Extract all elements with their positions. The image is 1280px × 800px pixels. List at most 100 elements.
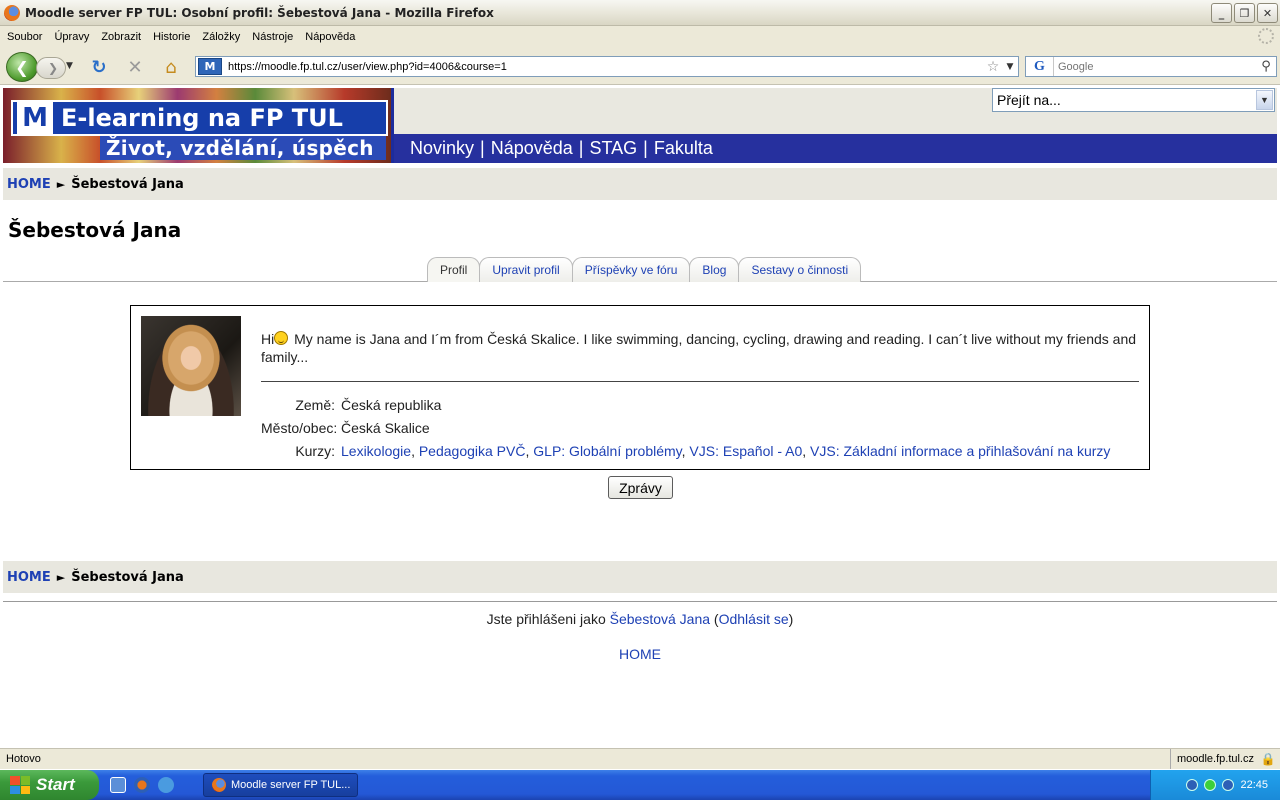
tab-profil[interactable]: Profil [427,257,481,282]
logout-link[interactable]: Odhlásit se [719,611,789,627]
smiley-icon [274,331,289,345]
banner-title: E-learning na FP TUL [61,104,343,132]
avatar [141,316,241,416]
back-button[interactable]: ❮ [6,52,38,82]
site-favicon: M [198,58,222,75]
course-link[interactable]: Lexikologie [341,443,411,459]
clock: 22:45 [1240,779,1268,791]
start-button[interactable]: Start [0,770,99,800]
breadcrumb-arrow-icon: ► [56,177,66,191]
menu-edit[interactable]: Úpravy [50,31,97,43]
tab-blog[interactable]: Blog [689,257,740,282]
course-link[interactable]: Pedagogika PVČ [419,443,526,459]
tray-arrow-icon[interactable] [1186,779,1199,791]
site-nav: Novinky | Nápověda | STAG | Fakulta [394,134,1277,163]
address-bar[interactable]: M https://moodle.fp.tul.cz/user/view.php… [195,56,1019,77]
tab-prispevky[interactable]: Příspěvky ve fóru [571,257,691,282]
footer-home-link[interactable]: HOME [619,646,661,662]
nav-link-fakulta[interactable]: Fakulta [654,138,713,159]
taskbar: Start Moodle server FP TUL... CS 22:45 [0,770,1280,800]
lock-icon[interactable]: 🔒 [1260,752,1276,766]
url-dropdown-icon[interactable]: ▼ [1002,62,1018,72]
footer-divider [3,601,1277,602]
status-text: Hotovo [6,753,41,765]
taskbar-item-firefox[interactable]: Moodle server FP TUL... [203,773,358,797]
nav-separator: | [643,138,648,158]
nav-link-napoveda[interactable]: Nápověda [491,138,573,159]
paren-close: ) [788,611,794,627]
breadcrumb: HOME ► Šebestová Jana [3,168,1277,200]
profile-fields: Země: Česká republika Město/obec: Česká … [261,393,1110,462]
windows-logo-icon [10,776,30,794]
start-label: Start [36,775,75,794]
field-row-country: Země: Česká republika [261,393,1110,416]
menu-tools[interactable]: Nástroje [248,31,301,43]
reload-icon[interactable]: ↻ [88,56,110,78]
firefox-icon [4,4,20,21]
description-greeting: Hi [261,331,275,347]
header-right: Přejít na... ▼ Novinky | Nápověda | STAG… [391,88,1277,163]
jump-to-select[interactable]: Přejít na... ▼ [992,88,1275,112]
nav-link-stag[interactable]: STAG [589,138,637,159]
course-link[interactable]: VJS: Základní informace a přihlašování n… [810,443,1110,459]
history-dropdown-icon[interactable]: ▼ [66,61,73,71]
tab-upravit-profil[interactable]: Upravit profil [479,257,573,282]
page-content: M E-learning na FP TUL Život, vzdělání, … [0,86,1280,748]
breadcrumb-bottom: HOME ► Šebestová Jana [3,561,1277,593]
throbber-icon [1258,28,1274,44]
search-bar: G ⚲ [1025,56,1277,77]
search-input[interactable] [1054,58,1256,75]
field-label: Kurzy: [295,442,335,459]
status-host: moodle.fp.tul.cz [1169,749,1260,769]
tab-sestavy[interactable]: Sestavy o činnosti [738,257,862,282]
profile-tabs: Profil Upravit profil Příspěvky ve fóru … [3,257,1277,282]
nav-link-novinky[interactable]: Novinky [410,138,474,159]
page-title: Šebestová Jana [8,218,182,242]
banner-title-box: M E-learning na FP TUL [11,100,388,136]
profile-box: Hi My name is Jana and I´m from Česká Sk… [130,305,1150,470]
nav-separator: | [578,138,584,158]
minimize-button[interactable]: _ [1211,3,1232,23]
nav-separator: | [480,138,485,158]
menu-file[interactable]: Soubor [3,31,50,43]
quicklaunch-firefox-icon[interactable] [134,777,150,793]
search-go-icon[interactable]: ⚲ [1256,59,1276,74]
security-icon[interactable] [1222,779,1235,791]
course-link[interactable]: VJS: Español - A0 [689,443,802,459]
search-engine-icon[interactable]: G [1026,57,1054,76]
course-link[interactable]: GLP: Globální problémy [533,443,681,459]
menu-view[interactable]: Zobrazit [97,31,149,43]
window-controls: _ ❐ ✕ [1211,3,1278,23]
home-icon[interactable]: ⌂ [160,56,182,78]
stop-icon[interactable]: ✕ [124,56,146,78]
firefox-icon [212,778,226,792]
course-list: Lexikologie, Pedagogika PVČ, GLP: Globál… [341,442,1111,459]
menu-help[interactable]: Nápověda [301,31,363,43]
breadcrumb-home[interactable]: HOME [7,177,51,192]
breadcrumb-current: Šebestová Jana [71,569,184,585]
close-button[interactable]: ✕ [1257,3,1278,23]
chevron-down-icon[interactable]: ▼ [1256,90,1273,110]
profile-description: Hi My name is Jana and I´m from Česká Sk… [261,330,1141,366]
messages-button[interactable]: Zprávy [608,476,673,499]
window-title: Moodle server FP TUL: Osobní profil: Šeb… [25,5,494,20]
moodle-logo: M [17,102,53,134]
breadcrumb-home[interactable]: HOME [7,570,51,585]
network-icon[interactable] [1204,779,1217,791]
taskbar-item-label: Moodle server FP TUL... [231,779,351,791]
quicklaunch-ie-icon[interactable] [158,777,174,793]
site-banner[interactable]: M E-learning na FP TUL Život, vzdělání, … [3,88,391,163]
maximize-button[interactable]: ❐ [1234,3,1255,23]
divider [261,381,1139,382]
status-bar: Hotovo moodle.fp.tul.cz 🔒 [0,748,1280,769]
user-profile-link[interactable]: Šebestová Jana [610,611,710,627]
forward-button[interactable]: ❯ [36,57,66,79]
status-host-text: moodle.fp.tul.cz [1176,753,1254,765]
bookmark-star-icon[interactable]: ☆ [984,59,1002,75]
field-label: Město/obec: [261,419,338,436]
menu-bookmarks[interactable]: Záložky [198,31,248,43]
quicklaunch-desktop-icon[interactable] [110,777,126,793]
menu-history[interactable]: Historie [149,31,198,43]
field-value: Česká Skalice [341,419,430,436]
url-text[interactable]: https://moodle.fp.tul.cz/user/view.php?i… [228,61,984,73]
